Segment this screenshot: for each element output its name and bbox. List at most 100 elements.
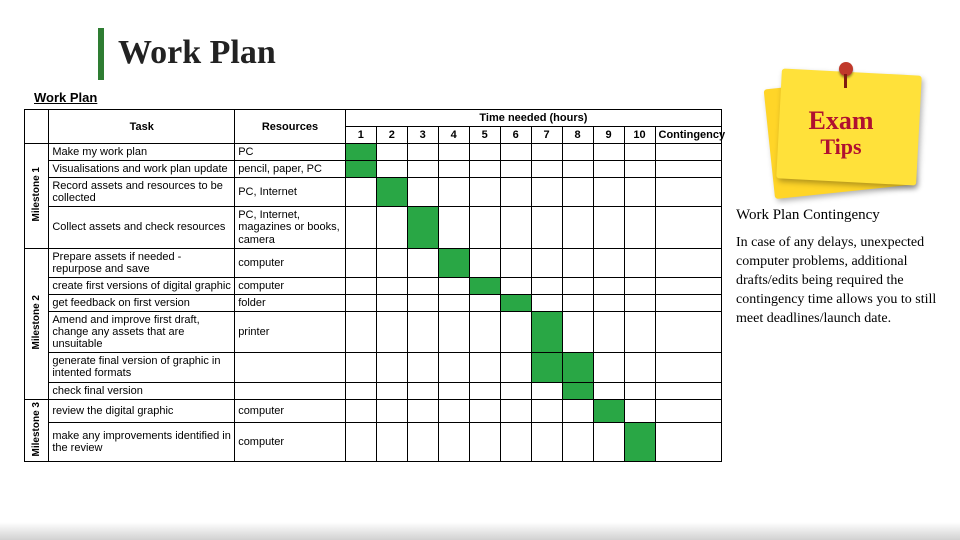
hour-cell [345,382,376,399]
hour-cell [531,178,562,207]
header-hour-2: 2 [376,127,407,144]
hour-cell [624,207,655,248]
hour-cell [345,144,376,161]
resource-cell: computer [235,248,346,277]
sidebar-heading: Work Plan Contingency [736,206,946,224]
hour-cell [624,161,655,178]
hour-cell [407,144,438,161]
header-hour-3: 3 [407,127,438,144]
hour-cell [531,294,562,311]
contingency-cell [655,294,722,311]
hour-cell [562,312,593,353]
task-cell: Visualisations and work plan update [49,161,235,178]
hour-cell [500,312,531,353]
hour-cell [562,207,593,248]
hour-cell [500,294,531,311]
task-cell: Prepare assets if needed - repurpose and… [49,248,235,277]
sticky-text: Exam Tips [761,108,921,160]
header-hour-10: 10 [624,127,655,144]
hour-cell [469,248,500,277]
hour-cell [407,277,438,294]
hour-cell [376,399,407,422]
hour-cell [624,277,655,294]
hour-cell [438,248,469,277]
contingency-cell [655,248,722,277]
task-cell: Record assets and resources to be collec… [49,178,235,207]
hour-cell [593,144,624,161]
hour-cell [407,161,438,178]
table-row: generate final version of graphic in int… [25,353,722,382]
resource-cell [235,382,346,399]
header-resources: Resources [235,110,346,144]
hour-cell [624,382,655,399]
hour-cell [469,294,500,311]
pushpin-icon [839,62,853,76]
hour-cell [531,399,562,422]
task-cell: generate final version of graphic in int… [49,353,235,382]
hour-cell [407,248,438,277]
hour-cell [562,294,593,311]
header-hour-6: 6 [500,127,531,144]
table-head: Task Resources Time needed (hours) 12345… [25,110,722,144]
task-cell: Amend and improve first draft, change an… [49,312,235,353]
hour-cell [469,399,500,422]
resource-cell: computer [235,399,346,422]
hour-cell [500,207,531,248]
resource-cell: folder [235,294,346,311]
hour-cell [593,161,624,178]
hour-cell [531,353,562,382]
hour-cell [376,161,407,178]
hour-cell [500,178,531,207]
hour-cell [500,422,531,461]
hour-cell [469,178,500,207]
hour-cell [345,277,376,294]
hour-cell [562,382,593,399]
hour-cell [624,353,655,382]
hour-cell [593,312,624,353]
hour-cell [376,353,407,382]
contingency-cell [655,161,722,178]
hour-cell [562,422,593,461]
title-accent [98,28,104,80]
header-hour-9: 9 [593,127,624,144]
contingency-cell [655,422,722,461]
hour-cell [500,248,531,277]
task-cell: create first versions of digital graphic [49,277,235,294]
hour-cell [593,294,624,311]
contingency-cell [655,382,722,399]
hour-cell [438,294,469,311]
hour-cell [376,312,407,353]
hour-cell [407,178,438,207]
contingency-cell [655,277,722,294]
contingency-cell [655,144,722,161]
contingency-cell [655,353,722,382]
hour-cell [438,161,469,178]
table-row: Visualisations and work plan updatepenci… [25,161,722,178]
hour-cell [562,144,593,161]
resource-cell: printer [235,312,346,353]
hour-cell [562,178,593,207]
hour-cell [407,294,438,311]
hour-cell [500,399,531,422]
hour-cell [469,312,500,353]
hour-cell [407,422,438,461]
hour-cell [376,207,407,248]
header-contingency: Contingency [655,127,722,144]
hour-cell [593,248,624,277]
task-cell: review the digital graphic [49,399,235,422]
table-row: Milestone 2Prepare assets if needed - re… [25,248,722,277]
table-row: Milestone 1Make my work planPC [25,144,722,161]
hour-cell [438,144,469,161]
hour-cell [531,277,562,294]
hour-cell [345,312,376,353]
table-row: get feedback on first versionfolder [25,294,722,311]
hour-cell [593,422,624,461]
task-cell: get feedback on first version [49,294,235,311]
header-hour-5: 5 [469,127,500,144]
hour-cell [438,207,469,248]
hour-cell [624,178,655,207]
hour-cell [624,422,655,461]
header-milestone [25,110,49,144]
hour-cell [531,207,562,248]
hour-cell [624,248,655,277]
